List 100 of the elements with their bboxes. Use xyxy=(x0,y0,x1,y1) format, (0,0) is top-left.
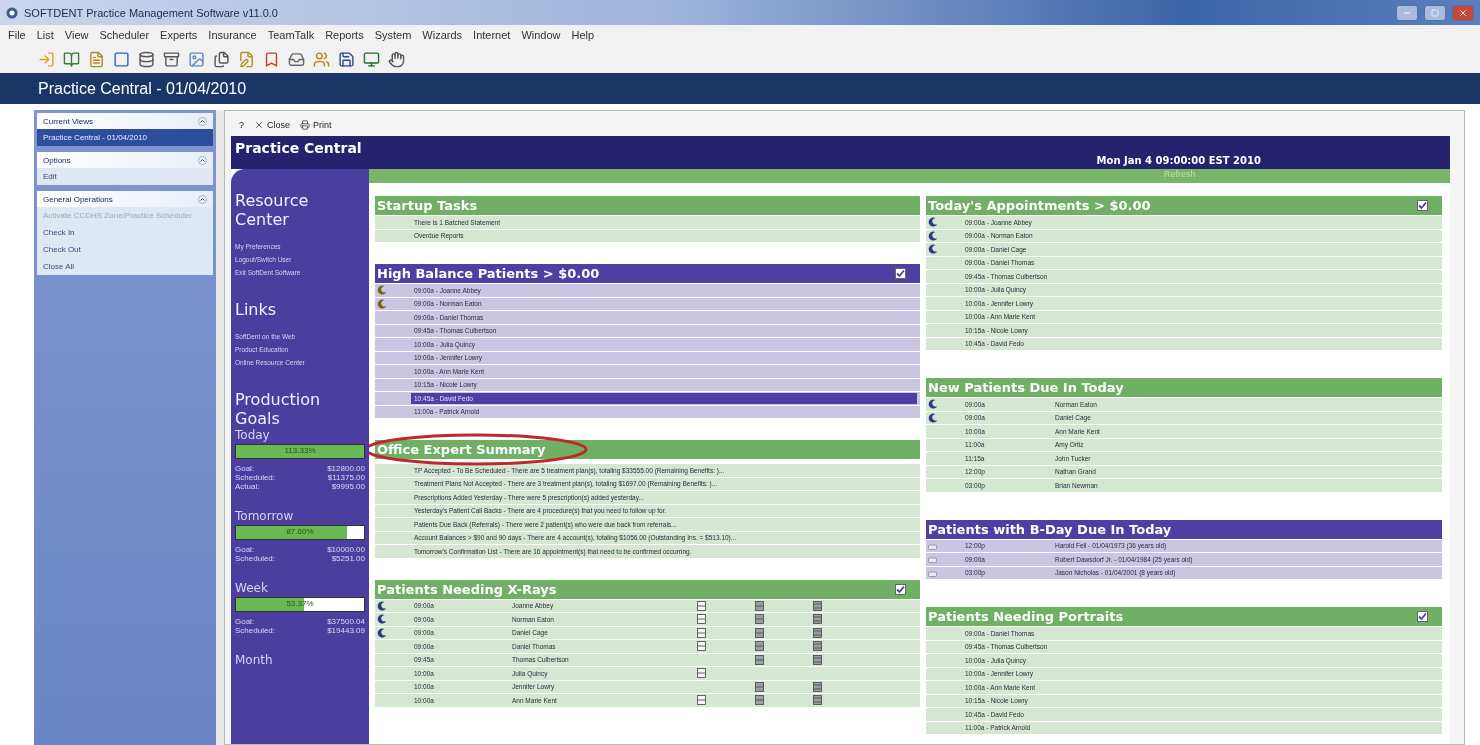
app-icon xyxy=(6,6,18,19)
crescent-icon xyxy=(377,627,387,638)
crescent-icon xyxy=(377,614,387,625)
goal-row-label: Actual: xyxy=(235,482,260,491)
menu-item[interactable]: Wizards xyxy=(422,29,463,41)
files-icon[interactable] xyxy=(211,49,231,69)
window-title: SOFTDENT Practice Management Software v11.0.0 xyxy=(24,6,279,19)
crescent-icon xyxy=(928,230,938,241)
goal-row-label: Scheduled: xyxy=(235,626,276,635)
film-stack-icon[interactable] xyxy=(754,681,764,692)
section-title: Patients Needing X-Rays xyxy=(377,581,557,597)
menu-item[interactable]: Internet xyxy=(473,29,511,41)
maximize-button[interactable] xyxy=(1424,4,1446,21)
collapse-icon[interactable] xyxy=(198,116,207,126)
film-tray-icon[interactable] xyxy=(812,627,822,638)
goal-row-value: $11375.00 xyxy=(327,473,365,482)
menu-item[interactable]: File xyxy=(8,29,26,41)
menu-item[interactable]: List xyxy=(36,29,54,41)
menu-item[interactable]: System xyxy=(374,29,412,41)
goal-label: Tomorrow xyxy=(235,509,295,523)
film-tray-icon[interactable] xyxy=(812,654,822,665)
dashboard-title: Practice Central xyxy=(234,139,363,158)
archive-icon[interactable] xyxy=(161,49,181,69)
film-sheet-icon[interactable] xyxy=(696,627,706,638)
film-stack-icon[interactable] xyxy=(754,641,764,652)
menu-item[interactable]: Experts xyxy=(160,29,198,41)
goal-row-value: $9995.00 xyxy=(331,482,365,491)
film-sheet-icon[interactable] xyxy=(696,695,706,706)
film-tray-icon[interactable] xyxy=(812,614,822,625)
image-icon[interactable] xyxy=(186,49,206,69)
disk-icon[interactable] xyxy=(336,49,356,69)
checkbox[interactable] xyxy=(895,583,906,595)
checkbox[interactable] xyxy=(1417,611,1428,622)
film-tray-icon[interactable] xyxy=(812,600,822,611)
goal-row-label: Scheduled: xyxy=(235,554,276,563)
film-sheet-icon[interactable] xyxy=(696,641,706,652)
goal-percent: 113.33% xyxy=(283,446,317,455)
print-button[interactable]: Print xyxy=(300,120,332,130)
menu-item[interactable]: Scheduler xyxy=(99,29,150,41)
nav-item[interactable]: Practice Central - 01/04/2010 xyxy=(37,129,213,146)
film-tray-icon[interactable] xyxy=(812,641,822,652)
menu-item[interactable]: TeamTalk xyxy=(267,29,315,41)
goal-percent: 87.60% xyxy=(285,527,315,536)
database-icon[interactable] xyxy=(136,49,156,69)
monitor-icon[interactable] xyxy=(361,49,381,69)
goal-row-value: $19443.09 xyxy=(327,626,365,635)
section-title: High Balance Patients > $0.00 xyxy=(377,266,600,281)
film-sheet-icon[interactable] xyxy=(696,668,706,679)
checkbox[interactable] xyxy=(1417,200,1428,211)
close-icon xyxy=(1458,7,1468,18)
minimize-button[interactable] xyxy=(1396,4,1418,21)
section-title: Patients with B-Day Due In Today xyxy=(928,521,1172,537)
goal-row-label: Scheduled: xyxy=(235,473,276,482)
crescent-icon xyxy=(377,600,387,611)
maximize-icon xyxy=(1431,8,1439,17)
nav-item[interactable]: Edit xyxy=(37,168,213,185)
collapse-icon[interactable] xyxy=(198,194,207,204)
close-view-button[interactable]: Close xyxy=(254,120,291,130)
film-stack-icon[interactable] xyxy=(754,614,764,625)
film-stack-icon[interactable] xyxy=(754,695,764,706)
collapse-icon[interactable] xyxy=(198,155,207,165)
goal-row-label: Goal: xyxy=(235,617,255,626)
menu-item[interactable]: Insurance xyxy=(208,29,257,41)
sidebar-heading: Production Goals xyxy=(235,390,322,428)
film-tray-icon[interactable] xyxy=(812,681,822,692)
film-sheet-icon[interactable] xyxy=(696,600,706,611)
nav-item[interactable]: Check In xyxy=(37,224,213,241)
film-stack-icon[interactable] xyxy=(754,654,764,665)
section-title: Startup Tasks xyxy=(377,198,478,213)
printer-icon xyxy=(300,120,311,130)
menu-item[interactable]: Help xyxy=(571,29,595,41)
checkbox[interactable] xyxy=(895,268,906,279)
crescent-icon xyxy=(377,298,387,309)
film-stack-icon[interactable] xyxy=(754,600,764,611)
menu-item[interactable]: View xyxy=(64,29,89,41)
film-sheet-icon[interactable] xyxy=(696,614,706,625)
nav-group-title: Options xyxy=(43,155,71,165)
sidebar-heading: Resource Center xyxy=(235,191,310,229)
goal-row-value: $10000.00 xyxy=(327,545,365,554)
nav-group-title: General Operations xyxy=(43,194,113,204)
book-icon[interactable] xyxy=(61,49,81,69)
nav-item[interactable]: Close All xyxy=(37,258,213,275)
square-icon[interactable] xyxy=(111,49,131,69)
section-title: Patients Needing Portraits xyxy=(928,609,1124,624)
page-banner-title: Practice Central - 01/04/2010 xyxy=(38,79,247,98)
people-icon[interactable] xyxy=(311,49,331,69)
goal-row-value: $5251.00 xyxy=(331,554,365,563)
nav-item[interactable]: Check Out xyxy=(37,241,213,258)
film-stack-icon[interactable] xyxy=(754,627,764,638)
goal-label: Week xyxy=(235,581,269,595)
close-button[interactable] xyxy=(1452,4,1474,21)
goal-label: Today xyxy=(235,428,271,442)
help-button[interactable]: ? xyxy=(239,120,244,130)
crescent-icon xyxy=(928,399,938,410)
goal-row-label: Goal: xyxy=(235,545,255,554)
hand-icon[interactable] xyxy=(386,49,406,69)
menu-item[interactable]: Reports xyxy=(325,29,364,41)
menu-item[interactable]: Window xyxy=(521,29,561,41)
film-tray-icon[interactable] xyxy=(812,695,822,706)
close-icon xyxy=(254,120,264,130)
